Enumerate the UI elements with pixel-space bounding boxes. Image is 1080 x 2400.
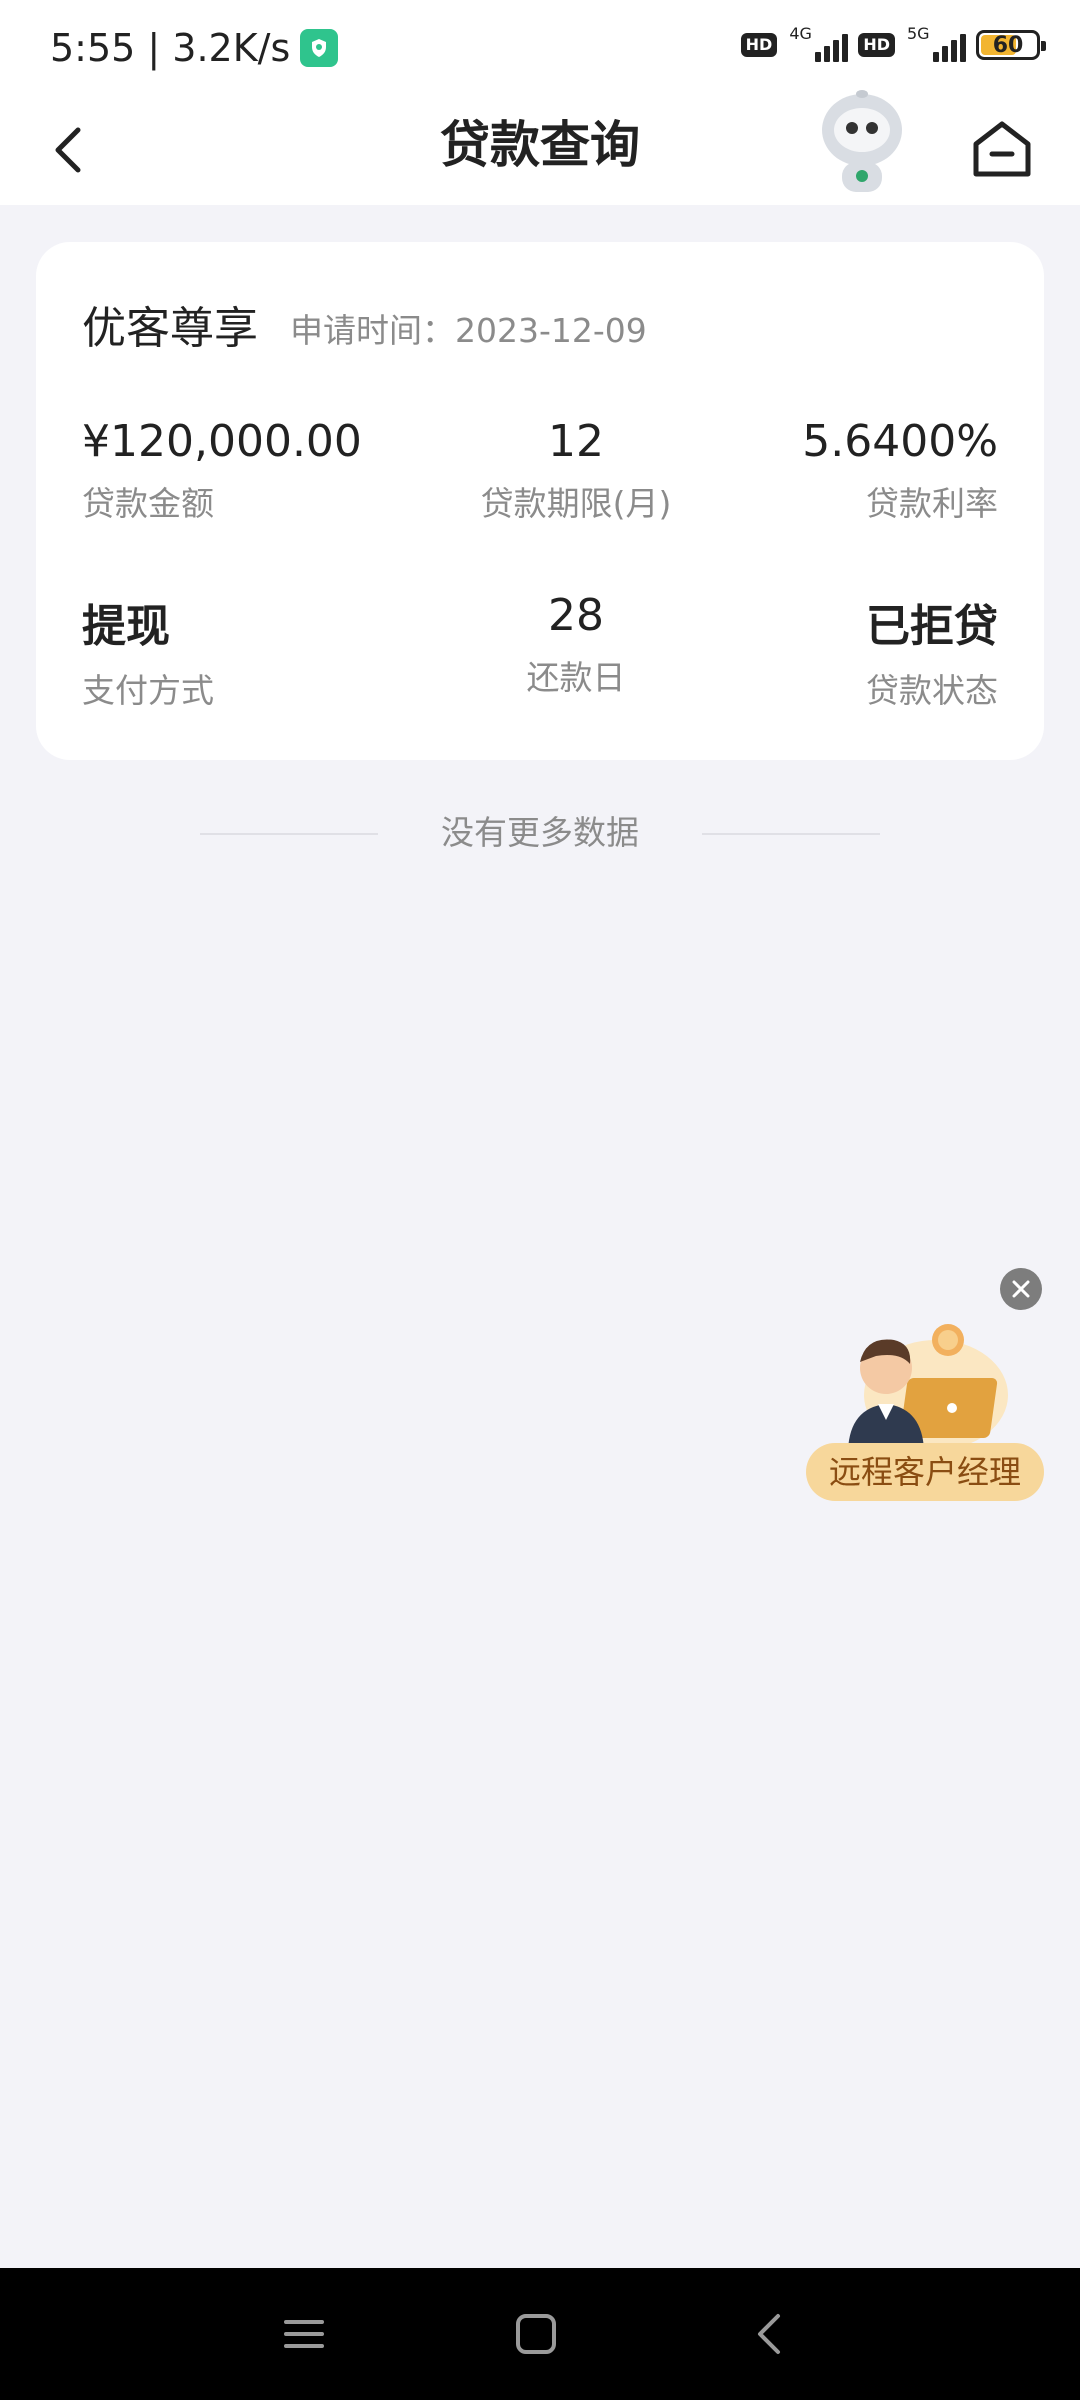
signal-4g-icon: 4G xyxy=(787,24,849,62)
home-button[interactable] xyxy=(968,114,1036,182)
close-icon xyxy=(1012,1280,1030,1298)
payment-method: 提现 支付方式 xyxy=(82,590,214,712)
page-title: 贷款查询 xyxy=(440,116,640,174)
home-nav-button[interactable] xyxy=(508,2306,564,2362)
network-type-5g: 5G xyxy=(907,24,930,43)
loan-status-label: 贷款状态 xyxy=(866,671,998,710)
loan-rate-label: 贷款利率 xyxy=(866,484,998,523)
hd-badge-1: HD xyxy=(740,33,778,57)
loan-amount: ¥120,000.00 贷款金额 xyxy=(82,416,362,525)
repayment-day-value: 28 xyxy=(548,590,604,641)
status-bar: 5:55 | 3.2K/s HD 4G HD 5G 60 xyxy=(0,0,1080,100)
menu-icon xyxy=(284,2320,324,2348)
loan-term-value: 12 xyxy=(548,416,604,467)
loan-status: 已拒贷 贷款状态 xyxy=(866,590,998,712)
payment-method-value: 提现 xyxy=(82,601,170,652)
loan-rate-value: 5.6400% xyxy=(802,416,998,467)
apply-time: 申请时间：2023-12-09 xyxy=(290,311,647,350)
loan-term: 12 贷款期限(月) xyxy=(440,416,712,525)
battery-icon: 60 xyxy=(976,30,1046,60)
loan-term-label: 贷款期限(月) xyxy=(480,484,672,523)
close-floating-button[interactable] xyxy=(1000,1268,1042,1310)
no-more-data-text: 没有更多数据 xyxy=(441,813,639,852)
remote-manager-button[interactable]: 远程客户经理 xyxy=(806,1443,1044,1501)
status-time-speed: 5:55 | 3.2K/s xyxy=(50,26,291,70)
nav-bar: 贷款查询 xyxy=(0,90,1080,205)
home-icon xyxy=(973,121,1031,177)
loan-amount-value: ¥120,000.00 xyxy=(82,416,362,467)
hd-badge-2: HD xyxy=(858,33,895,57)
security-shield-icon xyxy=(300,29,339,67)
system-navigation-bar xyxy=(0,2268,1080,2400)
network-type-4g: 4G xyxy=(789,24,812,43)
back-nav-button[interactable] xyxy=(742,2306,798,2362)
robot-assistant-icon[interactable] xyxy=(812,90,912,200)
menu-button[interactable] xyxy=(276,2306,332,2362)
repayment-day: 28 还款日 xyxy=(440,590,712,699)
divider-right xyxy=(702,833,880,835)
remote-manager-avatar-icon[interactable] xyxy=(836,1320,1016,1450)
loan-amount-label: 贷款金额 xyxy=(82,484,214,523)
product-name: 优客尊享 xyxy=(82,303,258,354)
repayment-day-label: 还款日 xyxy=(526,658,626,697)
battery-level: 60 xyxy=(992,32,1024,58)
square-icon xyxy=(516,2314,556,2354)
payment-method-label: 支付方式 xyxy=(82,671,214,710)
loan-status-value: 已拒贷 xyxy=(866,601,998,652)
chevron-left-icon xyxy=(758,2314,780,2354)
loan-rate: 5.6400% 贷款利率 xyxy=(802,416,998,525)
signal-5g-icon: 5G xyxy=(905,24,966,62)
loan-record-card[interactable]: 优客尊享 申请时间：2023-12-09 ¥120,000.00 贷款金额 12… xyxy=(36,242,1044,760)
